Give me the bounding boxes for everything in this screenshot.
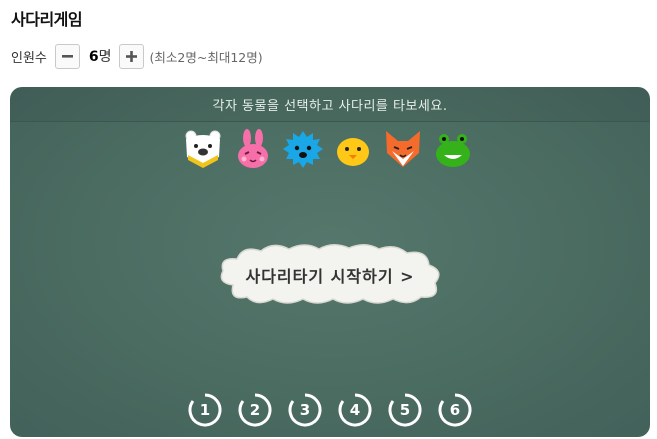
number-list: 1 2 3 4 5 6 <box>187 392 473 428</box>
animal-list <box>182 129 474 169</box>
number-3-label: 3 <box>299 401 311 419</box>
participant-count-range: (최소2명~최대12명) <box>149 49 263 65</box>
number-4[interactable]: 4 <box>337 392 373 428</box>
chick-icon[interactable] <box>332 129 374 169</box>
rabbit-icon[interactable] <box>232 129 274 169</box>
hedgehog-icon[interactable] <box>282 129 324 169</box>
frog-icon[interactable] <box>432 129 474 169</box>
minus-icon <box>61 54 73 58</box>
number-4-label: 4 <box>349 401 361 419</box>
number-6-label: 6 <box>449 401 461 419</box>
ladder-game-board: 각자 동물을 선택하고 사다리를 타보세요. 사다리타기 시작하기 > 1 2 … <box>10 87 650 437</box>
number-5[interactable]: 5 <box>387 392 423 428</box>
board-instruction: 각자 동물을 선택하고 사다리를 타보세요. <box>10 87 650 122</box>
number-1-label: 1 <box>199 401 211 419</box>
number-3[interactable]: 3 <box>287 392 323 428</box>
increase-button[interactable] <box>118 43 144 69</box>
number-2[interactable]: 2 <box>237 392 273 428</box>
number-5-label: 5 <box>399 401 411 419</box>
start-game-button[interactable]: 사다리타기 시작하기 > <box>215 241 445 307</box>
participant-count-label: 인원수 <box>11 50 47 66</box>
decrease-button[interactable] <box>54 43 80 69</box>
start-game-label: 사다리타기 시작하기 > <box>245 267 415 286</box>
participant-count-unit: 명 <box>98 49 112 65</box>
page-title: 사다리게임 <box>11 10 83 29</box>
number-2-label: 2 <box>249 401 261 419</box>
fox-icon[interactable] <box>382 129 424 169</box>
plus-icon <box>125 50 137 62</box>
participant-count-value: 6명 <box>89 46 112 66</box>
participant-count-row: 인원수 6명 (최소2명~최대12명) <box>11 43 263 69</box>
number-6[interactable]: 6 <box>437 392 473 428</box>
bear-icon[interactable] <box>182 129 224 169</box>
participant-count-number: 6 <box>88 49 99 65</box>
number-1[interactable]: 1 <box>187 392 223 428</box>
